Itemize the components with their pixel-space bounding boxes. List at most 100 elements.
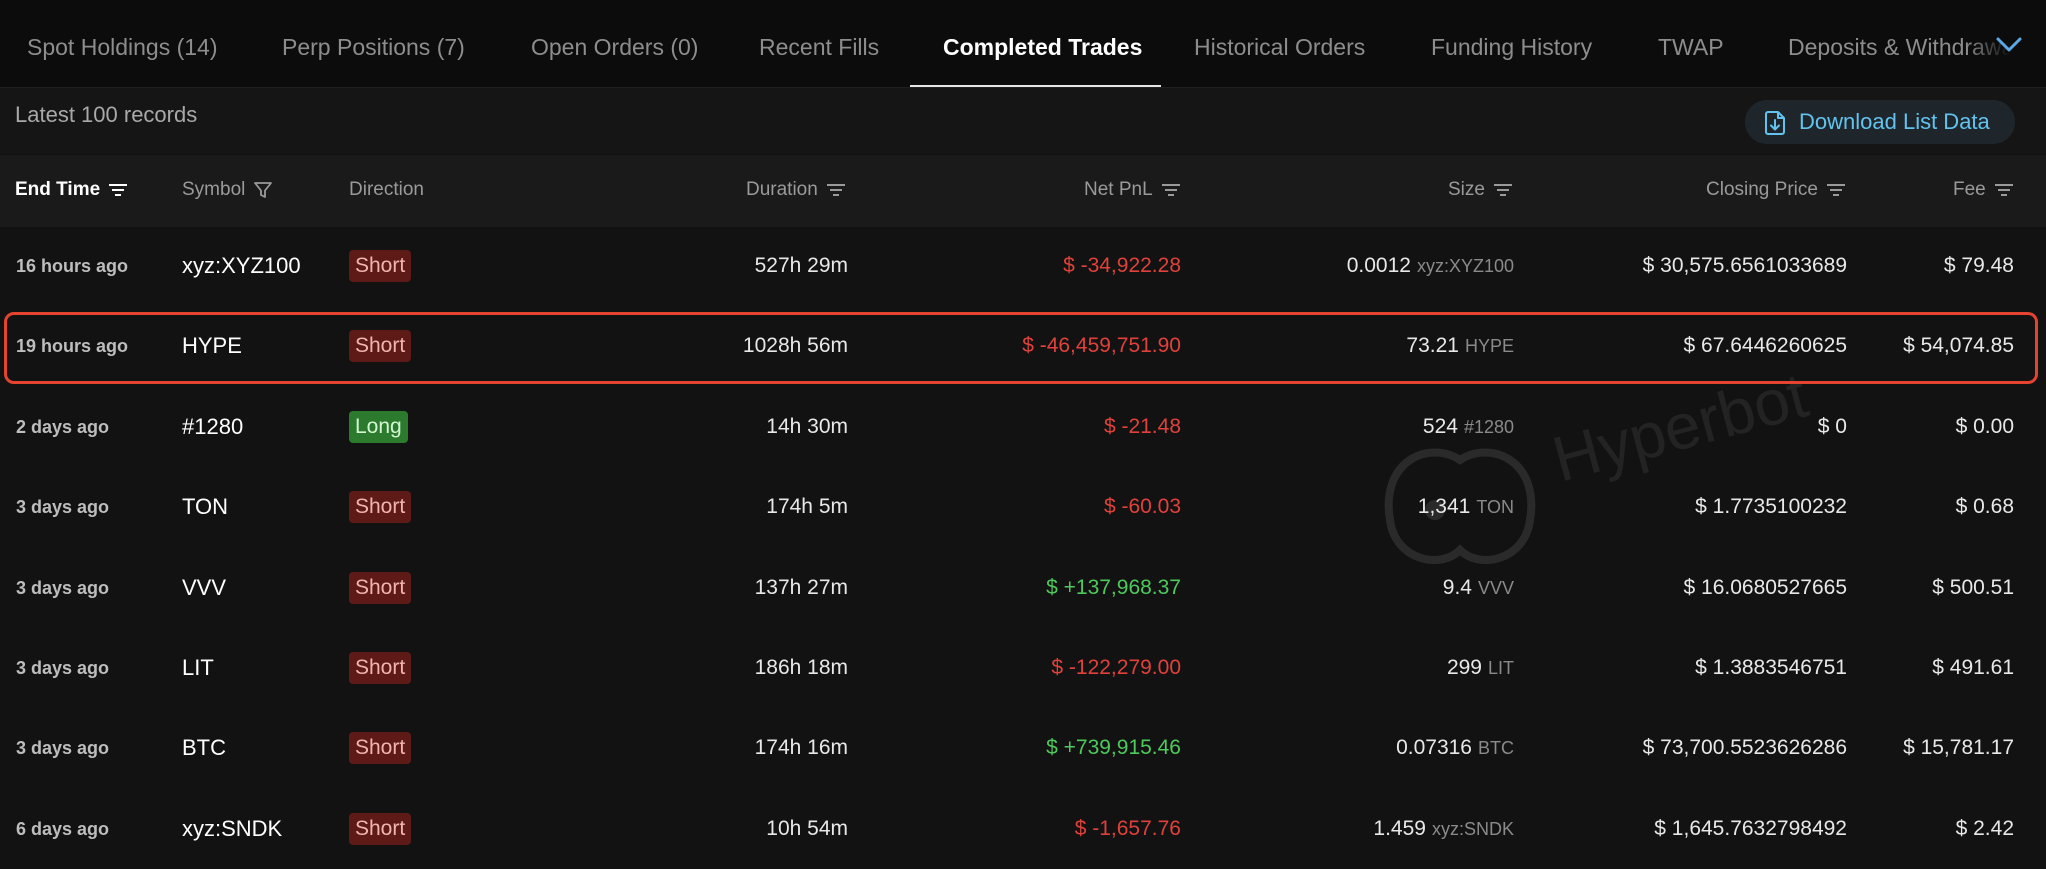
table-row[interactable]: 3 days ago LIT Short 186h 18m $ -122,279… bbox=[0, 628, 2046, 708]
chevron-down-icon[interactable] bbox=[1994, 32, 2024, 56]
table-row[interactable]: 2 days ago #1280 Long 14h 30m $ -21.48 5… bbox=[0, 387, 2046, 467]
column-direction[interactable]: Direction bbox=[349, 179, 424, 201]
closing-price-cell: $ 67.6446260625 bbox=[1683, 334, 1848, 357]
size-cell: 73.21 HYPE bbox=[1406, 334, 1514, 357]
duration-cell: 137h 27m bbox=[754, 576, 848, 599]
download-list-label: Download List Data bbox=[1799, 109, 1990, 134]
size-unit: TON bbox=[1476, 497, 1514, 517]
end-time-cell: 16 hours ago bbox=[16, 256, 129, 276]
end-time-cell: 3 days ago bbox=[16, 658, 110, 678]
tab-recent-fills[interactable]: Recent Fills bbox=[759, 0, 879, 87]
symbol-cell[interactable]: BTC bbox=[182, 708, 226, 788]
direction-badge: Short bbox=[349, 572, 412, 604]
tab-spot-holdings[interactable]: Spot Holdings (14) bbox=[27, 0, 218, 87]
column-duration[interactable]: Duration bbox=[746, 179, 846, 201]
toolbar: Latest 100 records Download List Data bbox=[0, 88, 2046, 154]
direction-badge: Short bbox=[349, 652, 412, 684]
fee-cell: $ 500.51 bbox=[1932, 576, 2014, 599]
column-net-pnl[interactable]: Net PnL bbox=[1084, 179, 1181, 201]
sort-icon[interactable] bbox=[1994, 182, 2014, 198]
duration-cell: 1028h 56m bbox=[742, 334, 848, 357]
end-time-cell: 2 days ago bbox=[16, 417, 110, 437]
column-closing-price[interactable]: Closing Price bbox=[1706, 179, 1846, 201]
direction-badge: Short bbox=[349, 732, 412, 764]
tab-open-orders[interactable]: Open Orders (0) bbox=[531, 0, 698, 87]
symbol-cell[interactable]: xyz:XYZ100 bbox=[182, 226, 301, 306]
fee-cell: $ 2.42 bbox=[1955, 817, 2014, 840]
table-row[interactable]: 3 days ago TON Short 174h 5m $ -60.03 1,… bbox=[0, 467, 2046, 547]
size-cell: 0.07316 BTC bbox=[1396, 736, 1514, 759]
table-row[interactable]: 3 days ago VVV Short 137h 27m $ +137,968… bbox=[0, 548, 2046, 628]
symbol-cell[interactable]: xyz:SNDK bbox=[182, 789, 282, 869]
size-unit: #1280 bbox=[1463, 417, 1514, 437]
end-time-cell: 6 days ago bbox=[16, 819, 110, 839]
duration-cell: 14h 30m bbox=[766, 415, 848, 438]
records-count-label: Latest 100 records bbox=[15, 102, 198, 127]
table-header: End Time Symbol Direction Duration Net P… bbox=[0, 155, 2046, 227]
closing-price-cell: $ 73,700.5523626286 bbox=[1642, 736, 1847, 759]
tab-twap[interactable]: TWAP bbox=[1658, 0, 1724, 87]
size-unit: xyz:SNDK bbox=[1431, 819, 1514, 839]
symbol-cell[interactable]: VVV bbox=[182, 548, 226, 628]
sort-icon[interactable] bbox=[108, 182, 128, 198]
direction-badge: Short bbox=[349, 491, 412, 523]
fee-cell: $ 54,074.85 bbox=[1903, 334, 2014, 357]
end-time-cell: 3 days ago bbox=[16, 497, 110, 517]
net-pnl-cell: $ +739,915.46 bbox=[1046, 736, 1181, 759]
sort-icon[interactable] bbox=[1161, 182, 1181, 198]
direction-badge: Short bbox=[349, 250, 412, 282]
sort-icon[interactable] bbox=[1826, 182, 1846, 198]
net-pnl-cell: $ -46,459,751.90 bbox=[1022, 334, 1181, 357]
net-pnl-cell: $ -60.03 bbox=[1103, 495, 1181, 518]
tab-completed-trades[interactable]: Completed Trades bbox=[943, 0, 1142, 87]
size-unit: BTC bbox=[1478, 738, 1514, 758]
filter-icon[interactable] bbox=[253, 180, 273, 200]
column-fee[interactable]: Fee bbox=[1953, 179, 2014, 201]
table-row[interactable]: 16 hours ago xyz:XYZ100 Short 527h 29m $… bbox=[0, 226, 2046, 306]
size-cell: 1.459 xyz:SNDK bbox=[1373, 817, 1514, 840]
end-time-cell: 3 days ago bbox=[16, 578, 110, 598]
net-pnl-cell: $ +137,968.37 bbox=[1046, 576, 1181, 599]
net-pnl-cell: $ -34,922.28 bbox=[1063, 254, 1181, 277]
duration-cell: 174h 5m bbox=[766, 495, 848, 518]
fee-cell: $ 79.48 bbox=[1943, 254, 2014, 277]
size-cell: 0.0012 xyz:XYZ100 bbox=[1346, 254, 1514, 277]
size-unit: LIT bbox=[1487, 658, 1514, 678]
column-symbol[interactable]: Symbol bbox=[182, 179, 273, 201]
tab-perp-positions[interactable]: Perp Positions (7) bbox=[282, 0, 465, 87]
tab-funding-history[interactable]: Funding History bbox=[1431, 0, 1592, 87]
direction-badge: Long bbox=[349, 411, 408, 443]
direction-badge: Short bbox=[349, 813, 412, 845]
symbol-cell[interactable]: TON bbox=[182, 467, 228, 547]
column-end-time[interactable]: End Time bbox=[15, 179, 128, 201]
closing-price-cell: $ 1.7735100232 bbox=[1695, 495, 1847, 518]
end-time-cell: 19 hours ago bbox=[16, 336, 129, 356]
closing-price-cell: $ 1,645.7632798492 bbox=[1654, 817, 1847, 840]
duration-cell: 527h 29m bbox=[754, 254, 848, 277]
closing-price-cell: $ 16.0680527665 bbox=[1683, 576, 1848, 599]
duration-cell: 10h 54m bbox=[766, 817, 848, 840]
size-unit: VVV bbox=[1477, 578, 1514, 598]
end-time-cell: 3 days ago bbox=[16, 738, 110, 758]
fee-cell: $ 0.68 bbox=[1955, 495, 2014, 518]
closing-price-cell: $ 1.3883546751 bbox=[1695, 656, 1847, 679]
symbol-cell[interactable]: #1280 bbox=[182, 387, 243, 467]
symbol-cell[interactable]: LIT bbox=[182, 628, 214, 708]
sort-icon[interactable] bbox=[826, 182, 846, 198]
duration-cell: 186h 18m bbox=[754, 656, 848, 679]
size-cell: 1,341 TON bbox=[1417, 495, 1514, 518]
tab-bar: Spot Holdings (14) Perp Positions (7) Op… bbox=[0, 0, 2046, 88]
table-row[interactable]: 19 hours ago HYPE Short 1028h 56m $ -46,… bbox=[0, 306, 2046, 386]
table-row[interactable]: 6 days ago xyz:SNDK Short 10h 54m $ -1,6… bbox=[0, 789, 2046, 869]
net-pnl-cell: $ -1,657.76 bbox=[1074, 817, 1181, 840]
sort-icon[interactable] bbox=[1493, 182, 1513, 198]
fee-cell: $ 15,781.17 bbox=[1903, 736, 2014, 759]
tab-historical-orders[interactable]: Historical Orders bbox=[1194, 0, 1365, 87]
column-size[interactable]: Size bbox=[1448, 179, 1513, 201]
download-list-button[interactable]: Download List Data bbox=[1745, 100, 2015, 144]
table-row[interactable]: 3 days ago BTC Short 174h 16m $ +739,915… bbox=[0, 708, 2046, 788]
closing-price-cell: $ 30,575.6561033689 bbox=[1642, 254, 1847, 277]
symbol-cell[interactable]: HYPE bbox=[182, 306, 242, 386]
net-pnl-cell: $ -21.48 bbox=[1103, 415, 1181, 438]
size-cell: 299 LIT bbox=[1446, 656, 1514, 679]
